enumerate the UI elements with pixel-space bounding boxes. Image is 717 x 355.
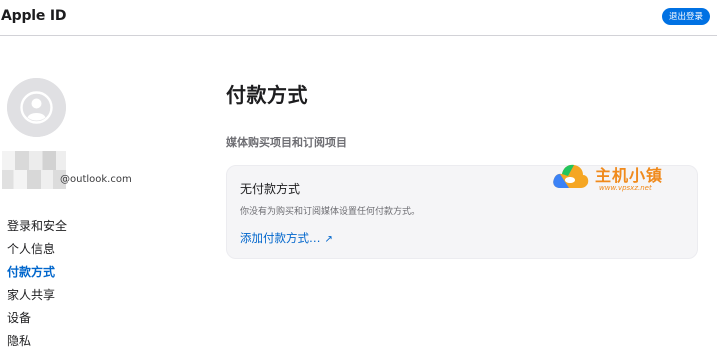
- sign-out-button[interactable]: 退出登录: [662, 8, 710, 25]
- cloud-logo-icon: [553, 164, 589, 188]
- brand-title[interactable]: Apple ID: [1, 8, 66, 24]
- sidebar-item-personal-info[interactable]: 个人信息: [7, 241, 67, 264]
- watermark-name: 主机小镇: [595, 166, 664, 185]
- watermark: 主机小镇 www.vpsxz.net: [551, 160, 681, 200]
- sidebar-item-privacy[interactable]: 隐私: [7, 333, 67, 355]
- watermark-url: www.vpsxz.net: [599, 184, 652, 192]
- sidebar-item-devices[interactable]: 设备: [7, 310, 67, 333]
- sidebar-item-family-sharing[interactable]: 家人共享: [7, 287, 67, 310]
- user-icon: [7, 78, 66, 137]
- top-bar: Apple ID 退出登录: [0, 0, 717, 36]
- section-label: 媒体购买项目和订阅项目: [226, 136, 347, 149]
- avatar[interactable]: [7, 78, 66, 137]
- arrow-up-right-icon: ↗: [324, 234, 333, 245]
- add-payment-method-link[interactable]: 添加付款方式… ↗: [240, 230, 333, 246]
- page-title: 付款方式: [226, 83, 308, 107]
- sidebar-nav: 登录和安全 个人信息 付款方式 家人共享 设备 隐私: [7, 218, 67, 355]
- email-text: @outlook.com: [60, 174, 132, 185]
- redacted-name: [2, 151, 66, 189]
- sidebar-item-payment-methods[interactable]: 付款方式: [7, 264, 67, 287]
- account-email: @outlook.com: [2, 151, 202, 191]
- card-description: 你没有为购买和订阅媒体设置任何付款方式。: [240, 207, 421, 217]
- card-title: 无付款方式: [240, 182, 301, 196]
- add-payment-method-label: 添加付款方式…: [240, 231, 321, 245]
- sidebar-item-sign-in-security[interactable]: 登录和安全: [7, 218, 67, 241]
